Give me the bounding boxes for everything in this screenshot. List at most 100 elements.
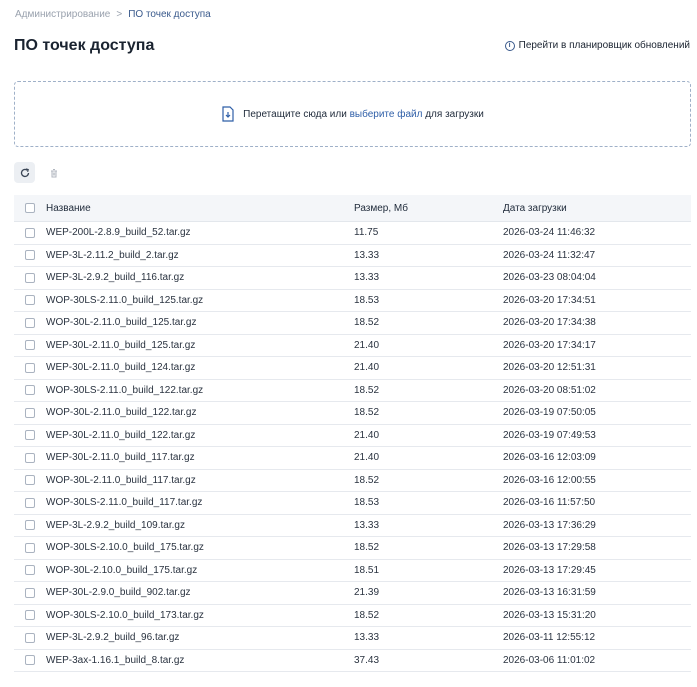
table-row[interactable]: WOP-30LS-2.11.0_build_125.tar.gz 18.53 202… [14, 290, 691, 312]
table-body: WEP-200L-2.8.9_build_52.tar.gz 11.75 2026-… [14, 222, 691, 672]
table-row[interactable]: WEP-30L-2.11.0_build_122.tar.gz 21.40 2026… [14, 425, 691, 447]
file-size: 21.40 [354, 429, 380, 441]
file-name: WEP-3L-2.9.2_build_109.tar.gz [46, 519, 185, 531]
file-size: 21.40 [354, 452, 380, 464]
upload-date: 2026-03-13 16:31:59 [503, 587, 596, 599]
file-size: 18.52 [354, 407, 380, 419]
delete-button[interactable] [43, 162, 64, 183]
table-row[interactable]: WOP-30LS-2.10.0_build_175.tar.gz 18.52 202… [14, 537, 691, 560]
file-name: WOP-30L-2.11.0_build_117.tar.gz [46, 474, 196, 486]
row-checkbox[interactable] [25, 452, 35, 463]
table-row[interactable]: WEP-3ax-1.16.1_build_8.tar.gz 37.43 2026-0… [14, 650, 691, 672]
row-checkbox[interactable] [25, 542, 35, 553]
table-row[interactable]: WEP-3L-2.9.2_build_116.tar.gz 13.33 2026-0… [14, 267, 691, 290]
file-size: 21.40 [354, 362, 380, 374]
file-size: 21.39 [354, 587, 380, 599]
row-checkbox[interactable] [25, 475, 35, 486]
dropzone-text: Перетащите сюда или [243, 108, 347, 120]
table-row[interactable]: WOP-30LS-2.11.0_build_122.tar.gz 18.52 202… [14, 380, 691, 402]
file-name: WEP-30L-2.9.0_build_902.tar.gz [46, 587, 191, 599]
upload-date: 2026-03-16 11:57:50 [503, 497, 596, 509]
table-row[interactable]: WOP-30L-2.11.0_build_122.tar.gz 18.52 2026… [14, 402, 691, 425]
table-row[interactable]: WOP-30L-2.10.0_build_175.tar.gz 18.51 2026… [14, 560, 691, 582]
row-checkbox[interactable] [25, 655, 35, 666]
refresh-button[interactable] [14, 162, 35, 183]
upload-date: 2026-03-20 17:34:17 [503, 339, 596, 351]
trash-icon [50, 168, 57, 177]
file-upload-icon [222, 106, 234, 122]
row-checkbox[interactable] [25, 295, 35, 306]
file-size: 18.52 [354, 542, 380, 554]
refresh-icon [20, 167, 29, 177]
table-row[interactable]: WEP-3L-2.11.2_build_2.tar.gz 13.33 2026-03… [14, 245, 691, 267]
file-name: WOP-30L-2.11.0_build_122.tar.gz [46, 407, 197, 419]
upload-date: 2026-03-16 12:03:09 [503, 452, 596, 464]
upload-date: 2026-03-19 07:50:05 [503, 407, 596, 419]
row-checkbox[interactable] [25, 317, 35, 328]
table-row[interactable]: WEP-200L-2.8.9_build_52.tar.gz 11.75 2026-… [14, 222, 691, 245]
row-checkbox[interactable] [25, 407, 35, 418]
file-size: 13.33 [354, 272, 380, 284]
file-name: WEP-3ax-1.16.1_build_8.tar.gz [46, 654, 185, 666]
file-size: 18.52 [354, 474, 380, 486]
file-size: 13.33 [354, 519, 380, 531]
file-size: 11.75 [354, 227, 379, 239]
select-file-link[interactable]: выберите файл [350, 109, 423, 120]
table-row[interactable]: WOP-30L-2.11.0_build_125.tar.gz 18.52 2026… [14, 312, 691, 335]
row-checkbox[interactable] [25, 340, 35, 351]
table-row[interactable]: WEP-30L-2.9.0_build_902.tar.gz 21.39 2026-… [14, 582, 691, 605]
file-name: WOP-30L-2.11.0_build_125.tar.gz [46, 317, 197, 329]
file-name: WEP-3L-2.9.2_build_96.tar.gz [46, 632, 180, 644]
dropzone-text-after: для загрузки [425, 108, 484, 120]
upload-date: 2026-03-13 17:29:58 [503, 542, 596, 554]
row-checkbox[interactable] [25, 250, 35, 261]
upload-date: 2026-03-23 08:04:04 [503, 272, 596, 284]
upload-date: 2026-03-16 12:00:55 [503, 474, 596, 486]
table-toolbar [14, 162, 64, 183]
file-size: 21.40 [354, 339, 380, 351]
column-header-date[interactable]: Дата загрузки [503, 203, 691, 214]
file-size: 18.52 [354, 384, 380, 396]
upload-date: 2026-03-24 11:46:32 [503, 227, 596, 239]
file-name: WOP-30LS-2.10.0_build_175.tar.gz [46, 542, 204, 554]
table-row[interactable]: WEP-30L-2.11.0_build_125.tar.gz 21.40 2026… [14, 335, 691, 357]
row-checkbox[interactable] [25, 520, 35, 531]
page-title: ПО точек доступа [14, 37, 155, 54]
row-checkbox[interactable] [25, 362, 35, 373]
breadcrumb-current: ПО точек доступа [128, 9, 211, 20]
row-checkbox[interactable] [25, 587, 35, 598]
row-checkbox[interactable] [25, 385, 35, 396]
column-header-size[interactable]: Размер, Мб [354, 203, 503, 214]
table-header: Название Размер, Мб Дата загрузки [14, 195, 691, 222]
row-checkbox[interactable] [25, 430, 35, 441]
file-name: WEP-3L-2.9.2_build_116.tar.gz [46, 272, 185, 284]
upload-date: 2026-03-11 12:55:12 [503, 632, 596, 644]
table-row[interactable]: WOP-30LS-2.11.0_build_117.tar.gz 18.53 202… [14, 492, 691, 515]
table-row[interactable]: WOP-30L-2.11.0_build_117.tar.gz 18.52 2026… [14, 470, 691, 492]
scheduler-link[interactable]: i Перейти в планировщик обновлений [504, 40, 690, 51]
breadcrumb-parent[interactable]: Администрирование [15, 9, 110, 20]
table-row[interactable]: WEP-3L-2.9.2_build_96.tar.gz 13.33 2026-03… [14, 627, 691, 650]
table-row[interactable]: WOP-30LS-2.10.0_build_173.tar.gz 18.52 202… [14, 605, 691, 627]
file-name: WOP-30L-2.10.0_build_175.tar.gz [46, 564, 198, 576]
row-checkbox[interactable] [25, 632, 35, 643]
row-checkbox[interactable] [25, 565, 35, 576]
row-checkbox[interactable] [25, 497, 35, 508]
upload-date: 2026-03-13 17:29:45 [503, 564, 596, 576]
upload-date: 2026-03-13 15:31:20 [503, 609, 596, 621]
row-checkbox[interactable] [25, 272, 35, 283]
table-row[interactable]: WEP-3L-2.9.2_build_109.tar.gz 13.33 2026-0… [14, 515, 691, 537]
row-checkbox[interactable] [25, 227, 35, 238]
file-name: WEP-3L-2.11.2_build_2.tar.gz [46, 249, 179, 261]
upload-dropzone[interactable]: Перетащите сюда или выберите файл для за… [14, 81, 691, 147]
file-name: WOP-30LS-2.11.0_build_125.tar.gz [46, 294, 204, 306]
select-all-checkbox[interactable] [25, 203, 35, 213]
upload-date: 2026-03-20 08:51:02 [503, 384, 596, 396]
table-row[interactable]: WEP-30L-2.11.0_build_117.tar.gz 21.40 2026… [14, 447, 691, 470]
file-size: 13.33 [354, 249, 380, 261]
table-row[interactable]: WEP-30L-2.11.0_build_124.tar.gz 21.40 2026… [14, 357, 691, 380]
column-header-name[interactable]: Название [46, 203, 354, 214]
file-name: WEP-30L-2.11.0_build_122.tar.gz [46, 429, 196, 441]
file-name: WEP-30L-2.11.0_build_125.tar.gz [46, 339, 196, 351]
row-checkbox[interactable] [25, 610, 35, 621]
